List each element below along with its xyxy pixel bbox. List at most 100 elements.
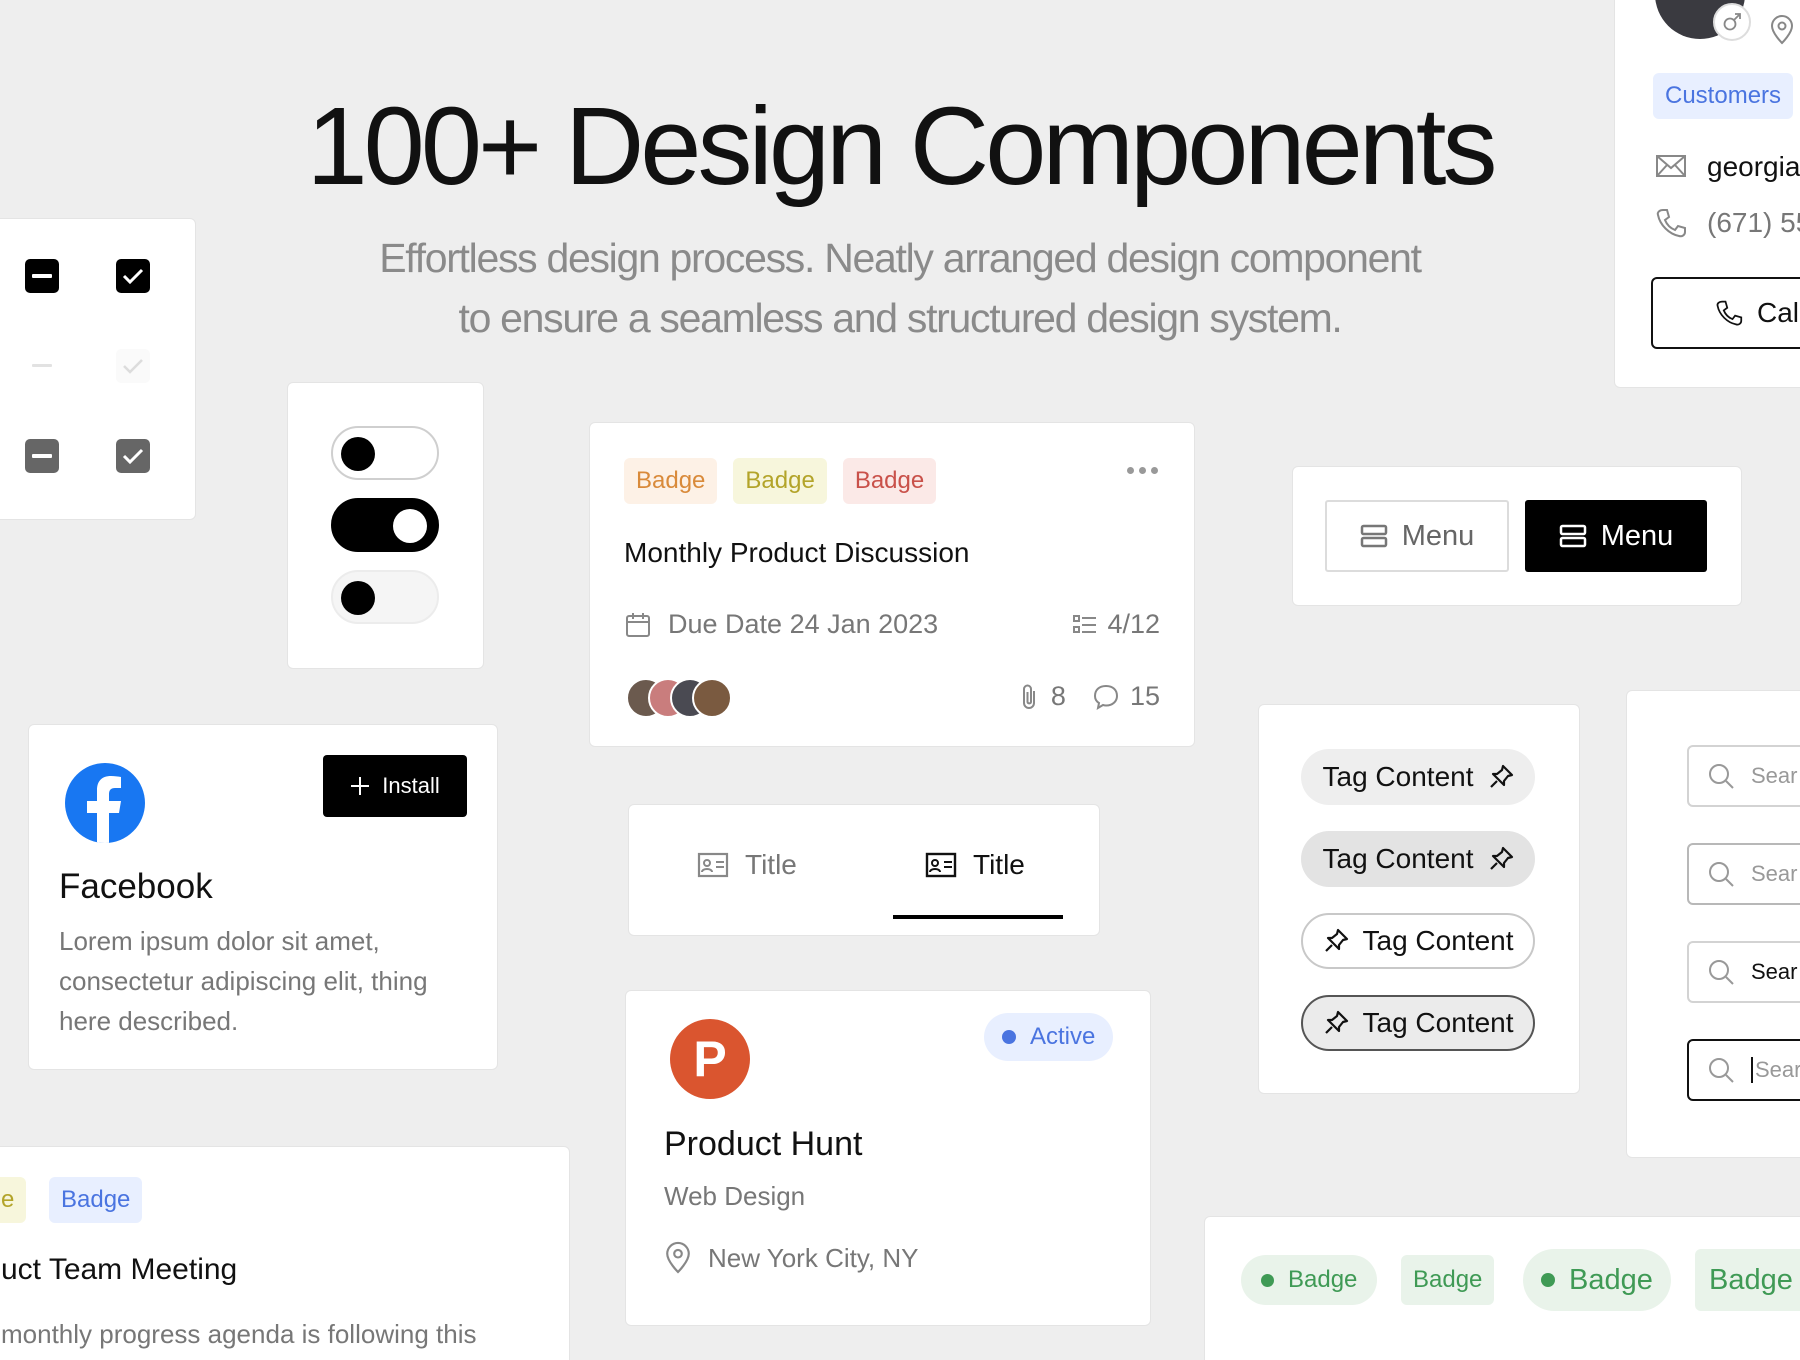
minus-icon (32, 364, 52, 367)
checkbox-card (0, 218, 196, 520)
pin-icon (1489, 764, 1513, 788)
status-label: Active (1030, 1023, 1096, 1050)
meeting-description: monthly progress agenda is following thi… (1, 1319, 477, 1349)
tab-title-2-active[interactable]: Title (925, 849, 1025, 881)
call-label: Cal (1757, 297, 1800, 328)
search-icon (1709, 862, 1734, 887)
search-input[interactable]: Sear (1687, 843, 1800, 905)
checklist-progress: 4/12 (1107, 609, 1160, 639)
checked-checkbox[interactable] (116, 259, 150, 293)
badge-green-dot-large: Badge (1523, 1249, 1671, 1311)
id-card-icon (925, 852, 957, 878)
avatar-group[interactable] (626, 678, 736, 718)
check-icon (122, 448, 144, 465)
check-icon (122, 268, 144, 285)
tag-filled-dark[interactable]: Tag Content (1301, 831, 1535, 887)
checklist-icon (1073, 614, 1097, 633)
toggle-disabled (331, 570, 439, 624)
badge-red: Badge (842, 458, 937, 504)
call-button[interactable]: Cal (1651, 277, 1800, 349)
producthunt-logo-icon: P (670, 1019, 750, 1099)
toggle-knob (393, 509, 427, 543)
badge-label: Badge (1709, 1263, 1793, 1296)
badge-label: Badge (1288, 1266, 1358, 1293)
badge-showcase-card: Badge Badge Badge Badge (1204, 1216, 1800, 1360)
search-input[interactable]: Sear (1687, 745, 1800, 807)
menu-card: Menu Menu (1292, 466, 1742, 606)
check-icon (123, 359, 143, 374)
minus-icon (32, 274, 52, 278)
search-placeholder: Sear (1751, 763, 1798, 788)
email-text[interactable]: georgia (1707, 151, 1800, 183)
app-name: Facebook (59, 867, 213, 906)
phone-icon (1656, 209, 1686, 238)
install-button[interactable]: Install (323, 755, 467, 817)
badge-yellow: e (0, 1177, 27, 1223)
toggle-on[interactable] (331, 498, 439, 552)
id-card-icon (697, 852, 729, 878)
search-icon (1709, 960, 1734, 985)
mail-icon (1656, 155, 1686, 177)
pin-icon (1324, 1010, 1348, 1034)
app-install-card: Install Facebook Lorem ipsum dolor sit a… (28, 724, 498, 1070)
tag-label: Tag Content (1322, 843, 1474, 874)
search-placeholder: Sear (1751, 1057, 1800, 1083)
more-options-icon[interactable] (1127, 467, 1158, 474)
location-icon (1770, 15, 1794, 45)
attachment-count: 8 (1050, 681, 1066, 711)
meeting-card[interactable]: e Badge uct Team Meeting monthly progres… (0, 1146, 570, 1360)
search-input-focused[interactable]: Sear (1687, 1039, 1800, 1101)
meeting-title: uct Team Meeting (1, 1253, 238, 1286)
menu-label: Menu (1600, 519, 1674, 552)
toggle-knob (341, 581, 375, 615)
product-location: New York City, NY (708, 1242, 919, 1273)
customers-badge: Customers (1653, 73, 1794, 119)
menu-button-light[interactable]: Menu (1325, 500, 1509, 572)
toggle-knob (341, 437, 375, 471)
desc-line: consectetur adipiscing elit, thing (59, 966, 428, 996)
search-input[interactable]: Sear (1687, 941, 1800, 1003)
task-card[interactable]: Badge Badge Badge Monthly Product Discus… (589, 422, 1195, 747)
tag-outline-selected[interactable]: Tag Content (1301, 995, 1535, 1051)
tab-title-1[interactable]: Title (697, 849, 797, 881)
pin-icon (1489, 846, 1513, 870)
checked-checkbox-gray[interactable] (116, 439, 150, 473)
comment-icon (1093, 684, 1118, 710)
badge-green-dot: Badge (1241, 1255, 1378, 1305)
product-card[interactable]: P Active Product Hunt Web Design New Yor… (625, 990, 1151, 1326)
tag-outline[interactable]: Tag Content (1301, 913, 1535, 969)
tag-filled[interactable]: Tag Content (1301, 749, 1535, 805)
app-description: Lorem ipsum dolor sit amet, consectetur … (59, 921, 428, 1041)
desc-line: Lorem ipsum dolor sit amet, (59, 926, 380, 956)
comment-count: 15 (1129, 681, 1160, 711)
page-subtitle: Effortless design process. Neatly arrang… (0, 228, 1800, 348)
search-icon (1709, 764, 1734, 789)
active-tab-indicator (893, 915, 1063, 919)
badge-blue: Badge (49, 1177, 143, 1223)
page-title: 100+ Design Components (306, 85, 1498, 208)
menu-button-dark[interactable]: Menu (1525, 500, 1707, 572)
badge-label: Badge (1569, 1263, 1653, 1296)
calendar-icon (626, 612, 650, 637)
search-icon (1709, 1058, 1734, 1083)
product-name: Product Hunt (664, 1125, 863, 1163)
location-icon (666, 1241, 690, 1274)
tag-card: Tag Content Tag Content Tag Content Tag … (1258, 704, 1580, 1094)
status-dot (1002, 1030, 1016, 1044)
phone-text[interactable]: (671) 55 (1707, 207, 1800, 239)
checked-checkbox-disabled (116, 349, 150, 383)
badge-orange: Badge (624, 458, 718, 504)
status-dot (1541, 1273, 1555, 1287)
tab-label: Title (973, 849, 1025, 880)
indeterminate-checkbox[interactable] (25, 259, 59, 293)
menu-icon (1559, 524, 1586, 548)
tag-label: Tag Content (1322, 761, 1474, 792)
indeterminate-checkbox-gray[interactable] (25, 439, 59, 473)
contact-card: Customers georgia (671) 55 Cal (1614, 0, 1800, 388)
indeterminate-checkbox-disabled (25, 349, 59, 383)
paperclip-icon (1022, 684, 1035, 709)
tag-label: Tag Content (1362, 1007, 1514, 1038)
desc-line: here described. (59, 1006, 239, 1036)
plus-icon (351, 777, 370, 795)
toggle-off[interactable] (331, 426, 439, 480)
